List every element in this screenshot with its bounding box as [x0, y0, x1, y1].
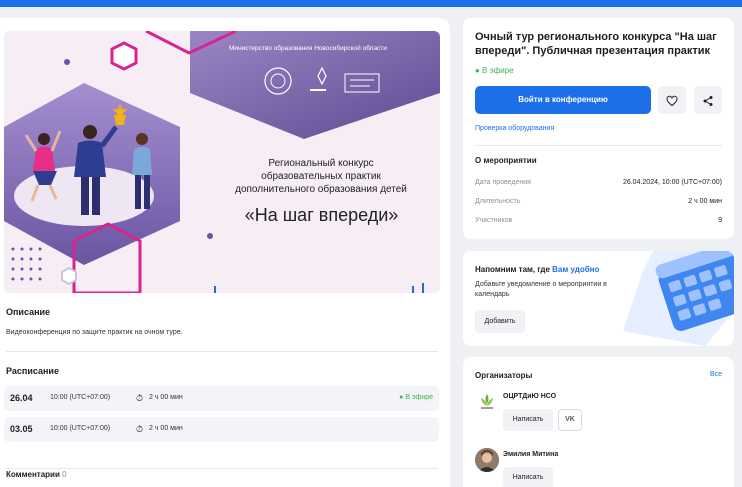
reminder-title-part1: Напомним там, где — [475, 265, 553, 274]
timer-icon: ⏱ — [136, 393, 144, 403]
event-info-card: Очный тур регионального конкурса "На шаг… — [463, 18, 734, 239]
detail-key: Участников — [475, 217, 513, 224]
schedule-date: 26.04 — [10, 393, 33, 403]
add-to-calendar-button[interactable]: Добавить — [475, 310, 525, 333]
avatar — [475, 448, 499, 472]
divider — [475, 145, 722, 146]
detail-key: Дата проведения — [475, 179, 531, 186]
comments-label: Комментарии — [6, 470, 60, 479]
top-nav-bar — [0, 0, 742, 7]
event-banner: Министерство образования Новосибирской о… — [4, 31, 440, 293]
detail-value: 9 — [718, 217, 722, 224]
reminder-title: Напомним там, где Вам удобно — [475, 265, 599, 274]
schedule-time: 10:00 (UTC+07:00) — [50, 394, 111, 401]
comments-heading: Комментарии 0 — [6, 470, 67, 479]
schedule-row[interactable]: 26.04 10:00 (UTC+07:00) ⏱ 2 ч 00 мин ● В… — [4, 386, 439, 411]
vk-button[interactable]: VK — [558, 409, 582, 431]
share-button[interactable] — [694, 86, 722, 114]
schedule-row[interactable]: 03.05 10:00 (UTC+07:00) ⏱ 2 ч 00 мин — [4, 417, 439, 442]
banner-subtitle-1: Региональный конкурс — [268, 158, 374, 169]
schedule-date: 03.05 — [10, 424, 33, 434]
description-text: Видеоконференция по защите практик на оч… — [6, 329, 183, 336]
reminder-title-highlight: Вам удобно — [552, 265, 600, 274]
divider — [6, 468, 438, 469]
banner-title: «На шаг впереди» — [244, 205, 399, 225]
detail-value: 2 ч 00 мин — [688, 198, 722, 205]
equipment-check-link[interactable]: Проверка оборудования — [475, 125, 554, 132]
live-status: ● В эфире — [399, 394, 433, 401]
about-heading: О мероприятии — [475, 156, 537, 165]
schedule-heading: Расписание — [6, 366, 59, 376]
organization-name: ОЦРТДиЮ НСО — [503, 393, 557, 400]
event-title: Очный тур регионального конкурса "На шаг… — [475, 31, 717, 57]
share-icon — [703, 95, 713, 106]
live-badge: ● В эфире — [475, 66, 514, 75]
detail-value: 26.04.2024, 10:00 (UTC+07:00) — [622, 179, 722, 186]
organization-logo-icon — [481, 394, 493, 409]
event-main-panel: Министерство образования Новосибирской о… — [0, 18, 450, 487]
reminder-text: Добавьте уведомление о мероприятии в кал… — [475, 281, 607, 298]
calendar-illustration-icon — [623, 251, 734, 346]
divider — [6, 351, 438, 352]
schedule-duration: 2 ч 00 мин — [149, 425, 183, 432]
banner-subtitle-2: образовательных практик — [261, 171, 381, 182]
organizers-card: Организаторы Все ОЦРТДиЮ НСО Написать VK… — [463, 357, 734, 487]
organizers-all-link[interactable]: Все — [710, 371, 722, 378]
comments-count: 0 — [62, 470, 67, 479]
detail-key: Длительность — [475, 198, 521, 205]
timer-icon: ⏱ — [136, 424, 144, 434]
write-person-button[interactable]: Написать — [503, 467, 553, 487]
write-organization-button[interactable]: Написать — [503, 409, 553, 431]
banner-ministry: Министерство образования Новосибирской о… — [229, 45, 387, 52]
description-heading: Описание — [6, 307, 51, 317]
banner-subtitle-3: дополнительного образования детей — [235, 184, 407, 195]
heart-icon — [666, 95, 678, 106]
like-button[interactable] — [658, 86, 686, 114]
schedule-duration: 2 ч 00 мин — [149, 394, 183, 401]
organizer-person-name: Эмилия Митина — [503, 451, 559, 458]
reminder-card: Напомним там, где Вам удобно Добавьте ув… — [463, 251, 734, 346]
organizers-heading: Организаторы — [475, 371, 533, 380]
join-conference-button[interactable]: Войти в конференцию — [475, 86, 651, 114]
schedule-time: 10:00 (UTC+07:00) — [50, 425, 111, 432]
